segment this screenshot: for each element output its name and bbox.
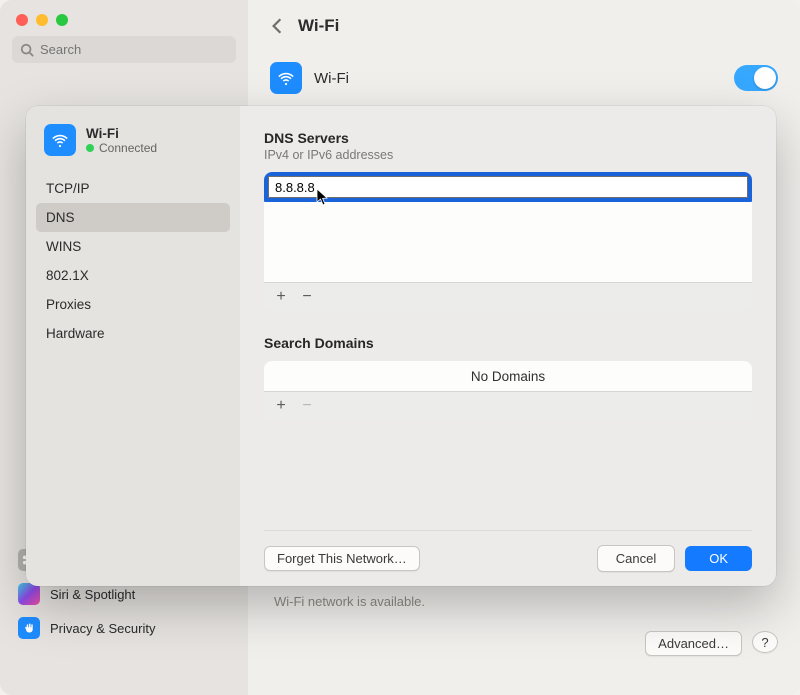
search-domains-addremove-bar: + −	[264, 391, 752, 420]
tab-wins[interactable]: WINS	[36, 232, 230, 261]
sidebar-item-label: Siri & Spotlight	[50, 587, 135, 602]
status-dot-icon	[86, 144, 94, 152]
sidebar-item-label: Privacy & Security	[50, 621, 155, 636]
siri-icon	[18, 583, 40, 605]
title-row: Wi-Fi	[270, 0, 778, 52]
dns-entry-input[interactable]	[268, 176, 748, 198]
dns-remove-button[interactable]: −	[296, 287, 318, 307]
tab-dns[interactable]: DNS	[36, 203, 230, 232]
search-icon	[20, 43, 34, 57]
help-button[interactable]: ?	[752, 631, 778, 653]
tab-8021x[interactable]: 802.1X	[36, 261, 230, 290]
modal-header: Wi-Fi Connected	[26, 124, 240, 172]
hand-icon	[18, 617, 40, 639]
search-domains-remove-button[interactable]: −	[296, 396, 318, 416]
wifi-row: Wi-Fi	[270, 52, 778, 106]
sidebar-item-privacy[interactable]: Privacy & Security	[0, 611, 248, 645]
dns-add-button[interactable]: +	[270, 287, 292, 307]
modal-sidebar: Wi-Fi Connected TCP/IP DNS WINS 802.1X P…	[26, 106, 240, 586]
modal-main: DNS Servers IPv4 or IPv6 addresses + − S…	[240, 106, 776, 586]
back-icon[interactable]	[270, 17, 284, 35]
ok-button[interactable]: OK	[685, 546, 752, 571]
cancel-button[interactable]: Cancel	[597, 545, 675, 572]
advanced-row: Advanced… ?	[270, 631, 778, 656]
wifi-icon	[270, 62, 302, 94]
tab-tcpip[interactable]: TCP/IP	[36, 174, 230, 203]
search-domains-title: Search Domains	[264, 335, 752, 351]
wifi-advanced-modal: Wi-Fi Connected TCP/IP DNS WINS 802.1X P…	[26, 106, 776, 586]
tab-hardware[interactable]: Hardware	[36, 319, 230, 348]
wifi-toggle[interactable]	[734, 65, 778, 91]
dns-servers-sub: IPv4 or IPv6 addresses	[264, 148, 752, 162]
dns-entry-edit	[264, 172, 752, 202]
dns-servers-title: DNS Servers	[264, 130, 752, 146]
minimize-window-button[interactable]	[36, 14, 48, 26]
search-domains-list[interactable]: No Domains	[264, 361, 752, 391]
search-input[interactable]	[40, 42, 228, 57]
search-domains-empty: No Domains	[471, 369, 545, 384]
dns-servers-list[interactable]	[264, 172, 752, 282]
wifi-status-text: Wi-Fi network is available.	[270, 594, 778, 609]
modal-title: Wi-Fi	[86, 126, 157, 141]
wifi-icon	[44, 124, 76, 156]
modal-tabs: TCP/IP DNS WINS 802.1X Proxies Hardware	[26, 172, 240, 350]
page-title: Wi-Fi	[298, 16, 339, 36]
modal-status: Connected	[86, 141, 157, 155]
search-domains-add-button[interactable]: +	[270, 396, 292, 416]
wifi-row-label: Wi-Fi	[314, 70, 349, 87]
advanced-button[interactable]: Advanced…	[645, 631, 742, 656]
close-window-button[interactable]	[16, 14, 28, 26]
dns-addremove-bar: + −	[264, 282, 752, 311]
window-controls	[0, 0, 248, 36]
zoom-window-button[interactable]	[56, 14, 68, 26]
modal-status-label: Connected	[99, 141, 157, 155]
tab-proxies[interactable]: Proxies	[36, 290, 230, 319]
modal-footer: Forget This Network… Cancel OK	[264, 530, 752, 572]
search-box[interactable]	[12, 36, 236, 63]
forget-network-button[interactable]: Forget This Network…	[264, 546, 420, 571]
